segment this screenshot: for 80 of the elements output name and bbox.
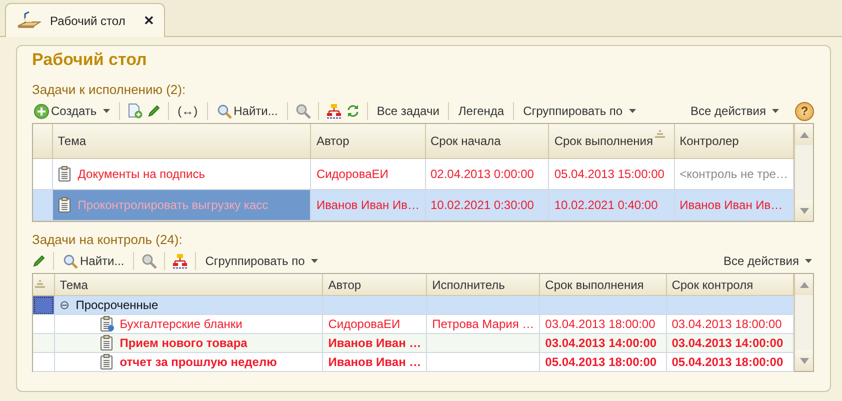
table-cell: 05.04.2013 18:00:00	[672, 355, 784, 369]
table-cell: Петрова Мария …	[432, 317, 534, 331]
caret-icon	[102, 109, 110, 113]
clipboard-icon	[58, 166, 72, 182]
scroll-up-icon[interactable]	[800, 282, 808, 288]
width-button[interactable]: (↔)	[176, 104, 200, 118]
table-cell: Бухгалтерские бланки	[120, 317, 242, 331]
tab[interactable]: Рабочий стол ✕	[5, 3, 166, 37]
table-cell: СидороваЕИ	[316, 167, 388, 182]
table-cell: отчет за прошлую неделю	[120, 355, 277, 369]
column-header[interactable]: Срок контроля	[666, 274, 794, 296]
scroll-down-icon[interactable]	[800, 358, 808, 364]
all-actions-menu[interactable]: Все действия	[722, 254, 814, 268]
collapse-toggle[interactable]: ⊖	[60, 298, 70, 312]
column-header[interactable]: Контролер	[674, 124, 794, 159]
table-cell: Прием нового товара	[120, 336, 248, 350]
column-header[interactable]: Тема	[54, 274, 323, 296]
desk-lamp-icon	[16, 10, 42, 30]
column-header[interactable]: Срок выполнения	[540, 274, 666, 296]
table-cell: 10.02.2021 0:30:00	[430, 198, 534, 212]
magnifier-icon[interactable]	[294, 103, 311, 119]
document-question-icon	[100, 316, 114, 332]
scrollbar[interactable]	[794, 124, 813, 221]
sort-icon[interactable]	[34, 280, 46, 289]
table-cell: Иванов Иван Ив…	[316, 198, 420, 212]
page-title: Рабочий стол	[32, 49, 148, 71]
scrollbar[interactable]	[794, 274, 813, 371]
close-icon[interactable]: ✕	[143, 13, 154, 28]
table-cell: <контроль не тре…	[680, 167, 788, 182]
table-cell: 05.04.2013 18:00:00	[545, 355, 657, 369]
hierarchy-icon[interactable]	[172, 253, 188, 269]
section-title: Задачи на контроль (24):	[32, 232, 184, 249]
group-label: Просроченные	[76, 298, 158, 312]
find-button[interactable]: Найти...	[214, 104, 280, 118]
table-cell: 03.04.2013 14:00:00	[545, 336, 657, 350]
table-cell: 03.04.2013 18:00:00	[545, 317, 656, 331]
table-cell: 03.04.2013 18:00:00	[672, 317, 782, 331]
column-header[interactable]: Тема	[52, 124, 311, 159]
table-cell: 10.02.2021 0:40:00	[554, 198, 658, 212]
clipboard-icon	[58, 197, 72, 214]
toolbar-button[interactable]: Сгруппировать по	[203, 254, 320, 268]
search-icon	[216, 104, 232, 118]
column-header[interactable]: Срок выполнения	[548, 124, 674, 159]
create-button[interactable]: Создать	[32, 104, 112, 118]
pencil-icon[interactable]	[146, 104, 161, 118]
scroll-up-icon[interactable]	[800, 132, 808, 138]
refresh-icon[interactable]	[346, 104, 360, 118]
section-title: Задачи к исполнению (2):	[32, 82, 187, 99]
column-header[interactable]: Исполнитель	[426, 274, 540, 296]
scroll-down-icon[interactable]	[800, 208, 808, 214]
search-icon	[63, 254, 78, 268]
table-cell: Иванов Иван …	[328, 336, 422, 350]
table-cell: 03.04.2013 14:00:00	[672, 336, 784, 350]
all-actions-menu[interactable]: Все действия	[688, 104, 781, 118]
table-cell: Проконтролировать выгрузку касс	[78, 198, 268, 212]
hierarchy-icon[interactable]	[326, 103, 342, 119]
magnifier-icon[interactable]	[141, 253, 158, 269]
table-cell: СидороваЕИ	[328, 317, 400, 331]
table-cell: 05.04.2013 15:00:00	[554, 167, 664, 182]
column-header[interactable]: Автор	[310, 124, 425, 159]
column-header[interactable]: Срок начала	[425, 124, 549, 159]
toolbar-button[interactable]: Легенда	[456, 104, 506, 118]
sort-icon[interactable]	[654, 130, 666, 139]
column-header[interactable]	[33, 274, 54, 296]
help-button[interactable]: ?	[795, 102, 814, 120]
caret-icon	[310, 259, 318, 263]
table-cell: Иванов Иван Ив…	[680, 198, 783, 212]
caret-icon	[805, 259, 812, 263]
find-button[interactable]: Найти...	[61, 254, 126, 268]
column-header[interactable]: Автор	[322, 274, 427, 296]
plus-icon	[34, 104, 49, 118]
toolbar-button[interactable]: Сгруппировать по	[521, 104, 638, 118]
caret-icon	[628, 109, 636, 113]
caret-icon	[772, 109, 779, 113]
table-cell: Документы на подпись	[78, 167, 205, 182]
table-cell: Иванов Иван …	[328, 355, 422, 369]
table-cell: 02.04.2013 0:00:00	[430, 167, 534, 182]
document-add-icon[interactable]	[126, 103, 143, 119]
pencil-icon[interactable]	[32, 254, 46, 268]
toolbar-button[interactable]: Все задачи	[374, 104, 442, 118]
